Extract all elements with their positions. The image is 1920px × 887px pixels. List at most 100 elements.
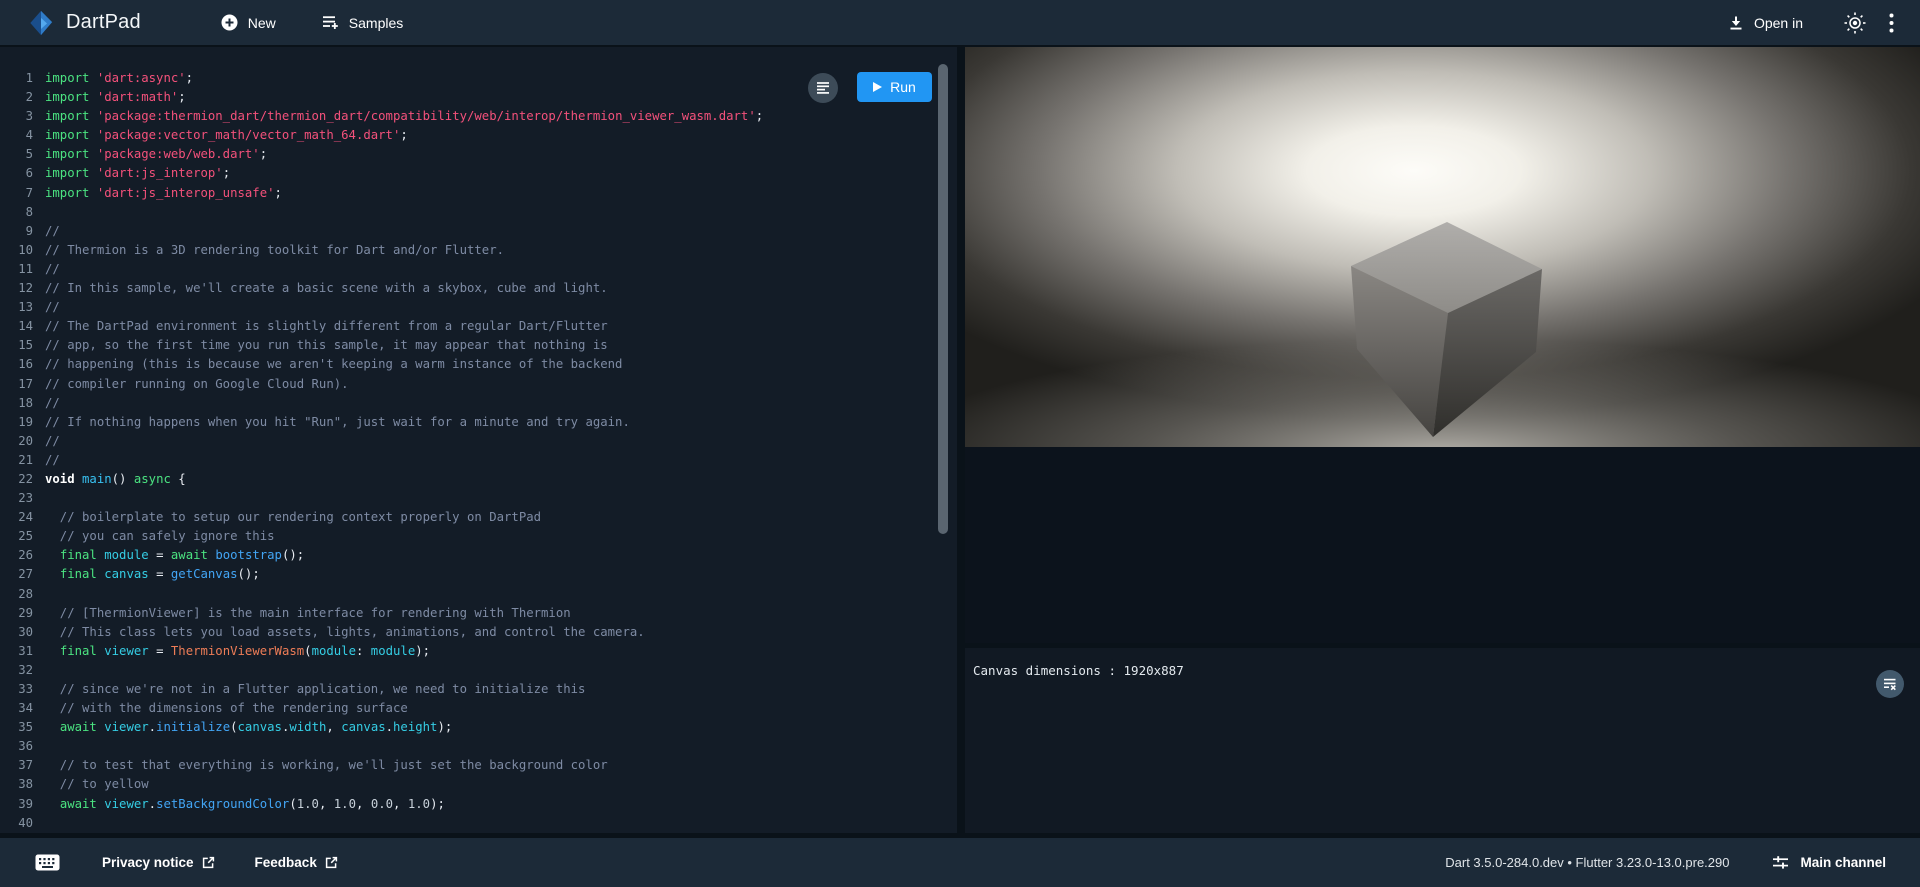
app-header: DartPad New Samples Open in bbox=[0, 0, 1920, 45]
line-number: 37 bbox=[0, 756, 33, 775]
code-line: 10// Thermion is a 3D rendering toolkit … bbox=[0, 241, 957, 260]
more-vert-icon bbox=[1889, 13, 1894, 33]
code-line: 23 bbox=[0, 489, 957, 508]
code-line: 11// bbox=[0, 260, 957, 279]
line-number: 33 bbox=[0, 680, 33, 699]
keyboard-shortcuts-button[interactable] bbox=[35, 854, 60, 871]
line-number: 25 bbox=[0, 527, 33, 546]
code-line: 35 await viewer.initialize(canvas.width,… bbox=[0, 718, 957, 737]
code-line: 15// app, so the first time you run this… bbox=[0, 336, 957, 355]
line-number: 27 bbox=[0, 565, 33, 584]
code-line: 33 // since we're not in a Flutter appli… bbox=[0, 680, 957, 699]
code-line: 8 bbox=[0, 203, 957, 222]
line-number: 1 bbox=[0, 69, 33, 88]
code-line: 32 bbox=[0, 661, 957, 680]
line-number: 5 bbox=[0, 145, 33, 164]
line-number: 36 bbox=[0, 737, 33, 756]
line-number: 3 bbox=[0, 107, 33, 126]
new-button[interactable]: New bbox=[221, 14, 276, 31]
line-number: 26 bbox=[0, 546, 33, 565]
line-number: 2 bbox=[0, 88, 33, 107]
console-panel: Canvas dimensions : 1920x887 bbox=[965, 648, 1920, 833]
code-area: 1import 'dart:async';2import 'dart:math'… bbox=[0, 69, 957, 833]
open-in-button[interactable]: Open in bbox=[1728, 15, 1803, 31]
code-line: 31 final viewer = ThermionViewerWasm(mod… bbox=[0, 642, 957, 661]
line-number: 39 bbox=[0, 795, 33, 814]
download-icon bbox=[1728, 15, 1744, 31]
code-line: 17// compiler running on Google Cloud Ru… bbox=[0, 375, 957, 394]
line-number: 18 bbox=[0, 394, 33, 413]
line-number: 12 bbox=[0, 279, 33, 298]
line-number: 6 bbox=[0, 164, 33, 183]
line-number: 24 bbox=[0, 508, 33, 527]
playlist-add-icon bbox=[322, 15, 339, 30]
code-line: 12// In this sample, we'll create a basi… bbox=[0, 279, 957, 298]
code-line: 14// The DartPad environment is slightly… bbox=[0, 317, 957, 336]
code-line: 13// bbox=[0, 298, 957, 317]
samples-button[interactable]: Samples bbox=[322, 15, 403, 31]
line-number: 16 bbox=[0, 355, 33, 374]
line-number: 35 bbox=[0, 718, 33, 737]
overflow-menu-button[interactable] bbox=[1889, 13, 1894, 33]
code-line: 18// bbox=[0, 394, 957, 413]
open-in-label: Open in bbox=[1754, 15, 1803, 31]
code-line: 37 // to test that everything is working… bbox=[0, 756, 957, 775]
samples-button-label: Samples bbox=[349, 15, 403, 31]
code-line: 5import 'package:web/web.dart'; bbox=[0, 145, 957, 164]
line-number: 11 bbox=[0, 260, 33, 279]
code-line: 26 final module = await bootstrap(); bbox=[0, 546, 957, 565]
channel-selector[interactable]: Main channel bbox=[1772, 855, 1886, 870]
line-number: 19 bbox=[0, 413, 33, 432]
line-number: 38 bbox=[0, 775, 33, 794]
line-number: 13 bbox=[0, 298, 33, 317]
feedback-link[interactable]: Feedback bbox=[255, 855, 338, 870]
console-output: Canvas dimensions : 1920x887 bbox=[973, 661, 1184, 680]
line-number: 10 bbox=[0, 241, 33, 260]
run-button[interactable]: Run bbox=[857, 72, 932, 102]
code-line: 39 await viewer.setBackgroundColor(1.0, … bbox=[0, 795, 957, 814]
code-line: 21// bbox=[0, 451, 957, 470]
line-number: 23 bbox=[0, 489, 33, 508]
run-button-label: Run bbox=[890, 79, 916, 95]
code-line: 3import 'package:thermion_dart/thermion_… bbox=[0, 107, 957, 126]
new-button-label: New bbox=[248, 15, 276, 31]
channel-label: Main channel bbox=[1800, 855, 1886, 870]
code-line: 29 // [ThermionViewer] is the main inter… bbox=[0, 604, 957, 623]
line-number: 8 bbox=[0, 203, 33, 222]
line-number: 40 bbox=[0, 814, 33, 833]
feedback-label: Feedback bbox=[255, 855, 317, 870]
theme-toggle-button[interactable] bbox=[1843, 11, 1867, 35]
code-line: 30 // This class lets you load assets, l… bbox=[0, 623, 957, 642]
external-link-icon bbox=[202, 856, 215, 869]
sdk-version-text: Dart 3.5.0-284.0.dev • Flutter 3.23.0-13… bbox=[1445, 855, 1729, 870]
code-line: 22void main() async { bbox=[0, 470, 957, 489]
line-number: 9 bbox=[0, 222, 33, 241]
editor-scrollbar[interactable] bbox=[938, 64, 948, 534]
code-line: 19// If nothing happens when you hit "Ru… bbox=[0, 413, 957, 432]
line-number: 31 bbox=[0, 642, 33, 661]
line-number: 28 bbox=[0, 585, 33, 604]
code-line: 28 bbox=[0, 585, 957, 604]
code-line: 16// happening (this is because we aren'… bbox=[0, 355, 957, 374]
code-line: 24 // boilerplate to setup our rendering… bbox=[0, 508, 957, 527]
code-line: 4import 'package:vector_math/vector_math… bbox=[0, 126, 957, 145]
code-editor[interactable]: 1import 'dart:async';2import 'dart:math'… bbox=[0, 47, 957, 833]
line-number: 20 bbox=[0, 432, 33, 451]
privacy-notice-link[interactable]: Privacy notice bbox=[102, 855, 215, 870]
app-title: DartPad bbox=[66, 11, 141, 34]
line-number: 17 bbox=[0, 375, 33, 394]
line-number: 4 bbox=[0, 126, 33, 145]
line-number: 7 bbox=[0, 184, 33, 203]
code-line: 40 bbox=[0, 814, 957, 833]
line-number: 34 bbox=[0, 699, 33, 718]
output-frame bbox=[965, 47, 1920, 643]
code-line: 34 // with the dimensions of the renderi… bbox=[0, 699, 957, 718]
format-align-icon bbox=[816, 81, 830, 95]
line-number: 21 bbox=[0, 451, 33, 470]
code-line: 9// bbox=[0, 222, 957, 241]
render-canvas[interactable] bbox=[965, 47, 1920, 447]
code-line: 6import 'dart:js_interop'; bbox=[0, 164, 957, 183]
format-button[interactable] bbox=[808, 73, 838, 103]
clear-console-button[interactable] bbox=[1876, 670, 1904, 698]
code-line: 7import 'dart:js_interop_unsafe'; bbox=[0, 184, 957, 203]
